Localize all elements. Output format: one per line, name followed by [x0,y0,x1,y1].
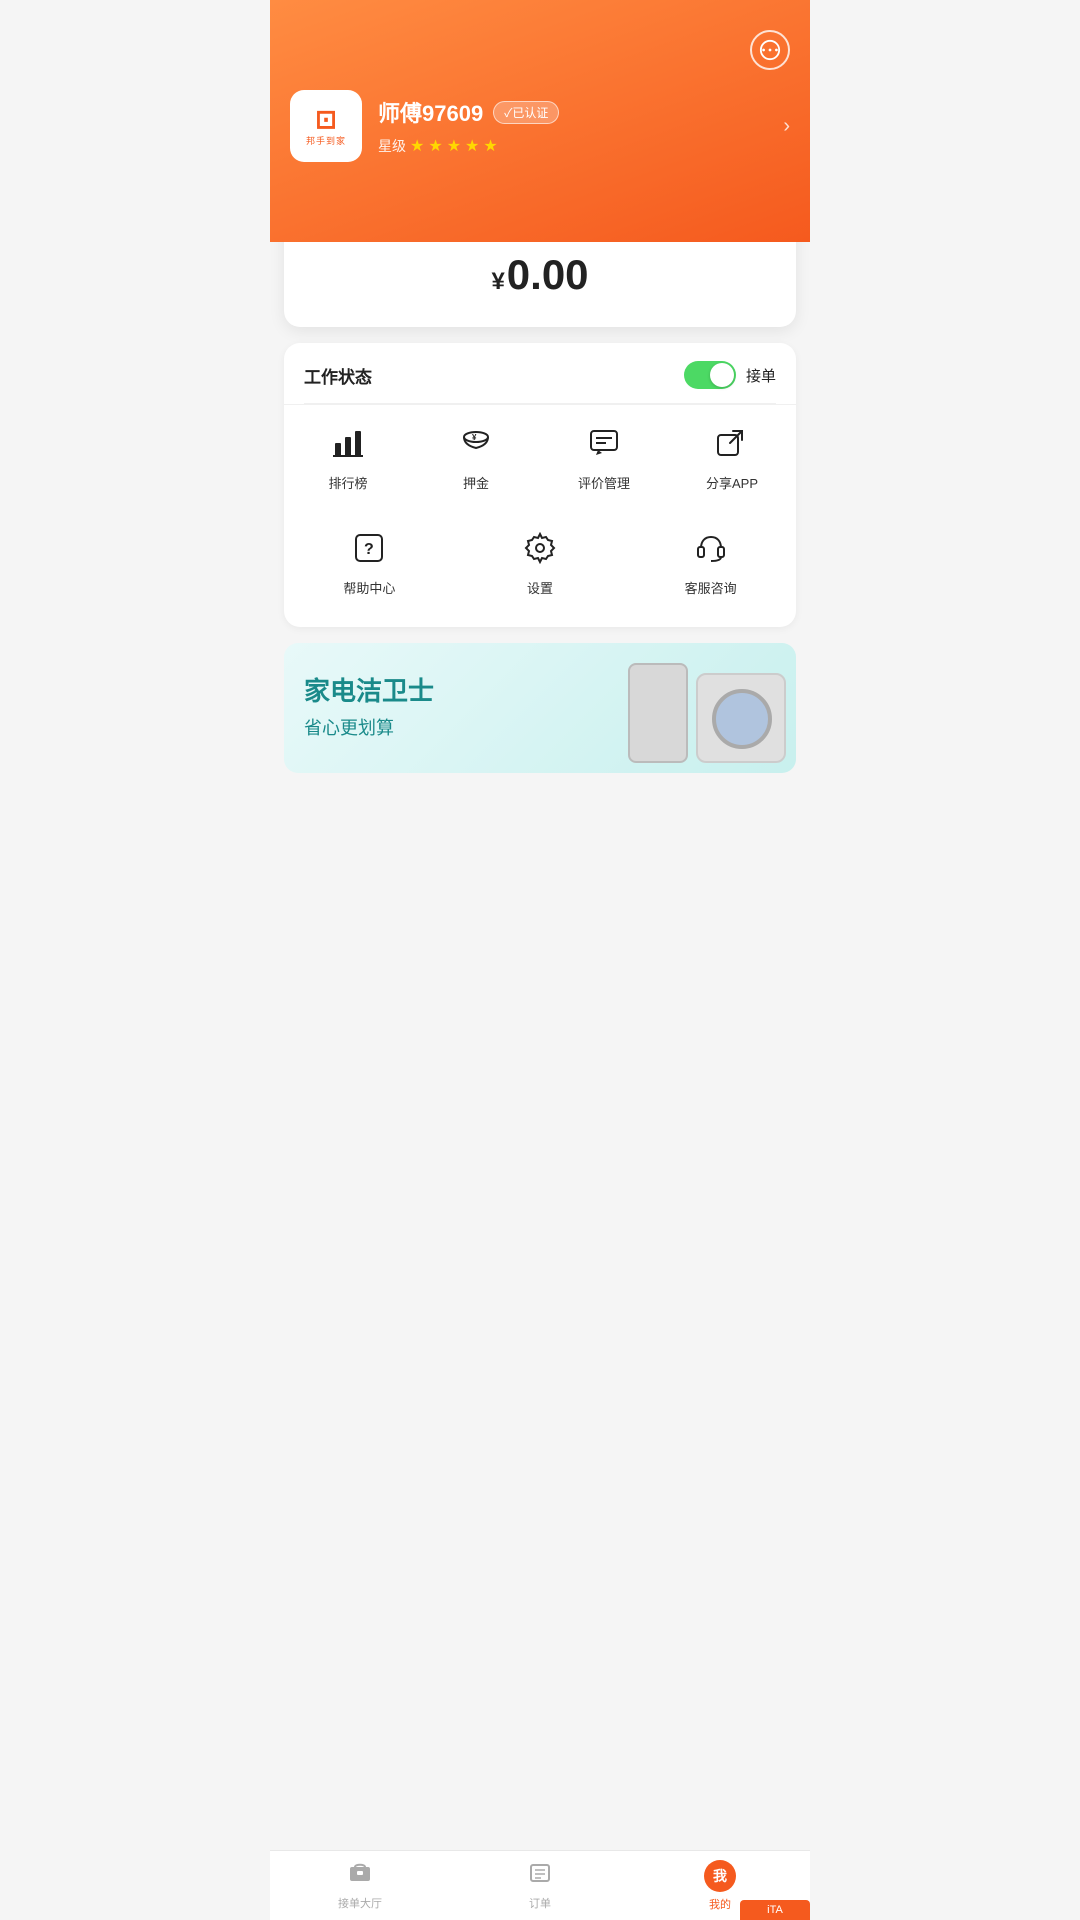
menu-item-settings[interactable]: 设置 [455,518,626,611]
banner-title: 家电洁卫士 [304,676,434,707]
menu-item-ranking[interactable]: 排行榜 [284,413,412,506]
menu-item-review[interactable]: 评价管理 [540,413,668,506]
logo-text: 邦手到家 [306,134,346,147]
nav-label-lobby: 接单大厅 [338,1895,382,1911]
message-icon [759,39,781,61]
wallet-amount: 0.00 [507,251,589,298]
ita-badge: iTA [740,1900,810,1920]
profile-row: ⊡ 邦手到家 师傅97609 ✓已认证 星级 ★ ★ ★ ★ ★ › [290,90,790,162]
star-3: ★ [447,136,461,156]
banner-image [576,643,796,773]
bottom-nav: 接单大厅 订单 我 我的 [270,1850,810,1920]
chart-icon [332,427,364,465]
toggle-thumb [710,363,734,387]
orders-icon [528,1861,552,1891]
star-1: ★ [410,136,424,156]
work-card: 工作状态 接单 排行榜 [284,343,796,627]
menu-item-service[interactable]: 客服咨询 [625,518,796,611]
help-icon: ? [353,532,385,570]
gear-icon [524,532,556,570]
menu-item-deposit[interactable]: ¥ 押金 [412,413,540,506]
wallet-currency: ¥ [491,268,504,295]
menu-item-help[interactable]: ? 帮助中心 [284,518,455,611]
washer-image [696,673,786,763]
money-icon: ¥ [460,427,492,465]
star-4: ★ [465,136,479,156]
verified-badge: ✓已认证 [493,101,559,124]
nav-item-orders[interactable]: 订单 [450,1861,630,1911]
menu-label-help: 帮助中心 [343,578,395,597]
profile-name: 师傅97609 [378,96,483,128]
toggle-label: 接单 [746,365,776,386]
app-logo: ⊡ 邦手到家 [290,90,362,162]
comment-icon [588,427,620,465]
fridge-image [628,663,688,763]
nav-item-lobby[interactable]: 接单大厅 [270,1861,450,1911]
svg-text:¥: ¥ [472,433,477,442]
menu-grid-row1: 排行榜 ¥ 押金 评价管理 [284,404,796,514]
nav-label-mine: 我的 [709,1896,731,1912]
header-top-row [290,30,790,70]
message-button[interactable] [750,30,790,70]
promo-banner[interactable]: 家电洁卫士 省心更划算 [284,643,796,773]
header-section: ⊡ 邦手到家 师傅97609 ✓已认证 星级 ★ ★ ★ ★ ★ › [270,0,810,242]
svg-text:?: ? [364,541,374,558]
profile-name-row: 师傅97609 ✓已认证 [378,96,767,128]
banner-subtitle: 省心更划算 [304,714,434,740]
menu-label-ranking: 排行榜 [328,473,367,492]
mine-avatar: 我 [704,1860,736,1892]
menu-label-review: 评价管理 [578,473,630,492]
menu-grid-row2: ? 帮助中心 设置 [284,514,796,627]
toggle-row: 接单 [684,361,776,389]
profile-arrow[interactable]: › [783,115,790,138]
wallet-amount-row: ¥0.00 [304,251,776,299]
logo-icon: ⊡ [315,106,337,132]
lobby-icon [348,1861,372,1891]
star-2: ★ [428,136,442,156]
washer-drum [712,689,772,749]
share-icon [716,427,748,465]
menu-label-settings: 设置 [527,578,553,597]
work-status-row: 工作状态 接单 [284,343,796,403]
work-toggle[interactable] [684,361,736,389]
stars-label: 星级 [378,136,406,156]
star-5: ★ [483,136,497,156]
menu-item-share[interactable]: 分享APP [668,413,796,506]
menu-label-share: 分享APP [706,473,758,492]
menu-label-deposit: 押金 [463,473,489,492]
profile-info: 师傅97609 ✓已认证 星级 ★ ★ ★ ★ ★ [378,96,767,156]
menu-label-service: 客服咨询 [685,578,737,597]
banner-text: 家电洁卫士 省心更划算 [284,658,454,757]
headset-icon [695,532,727,570]
stars-row: 星级 ★ ★ ★ ★ ★ [378,136,767,156]
work-status-label: 工作状态 [304,363,372,388]
nav-label-orders: 订单 [529,1895,551,1911]
